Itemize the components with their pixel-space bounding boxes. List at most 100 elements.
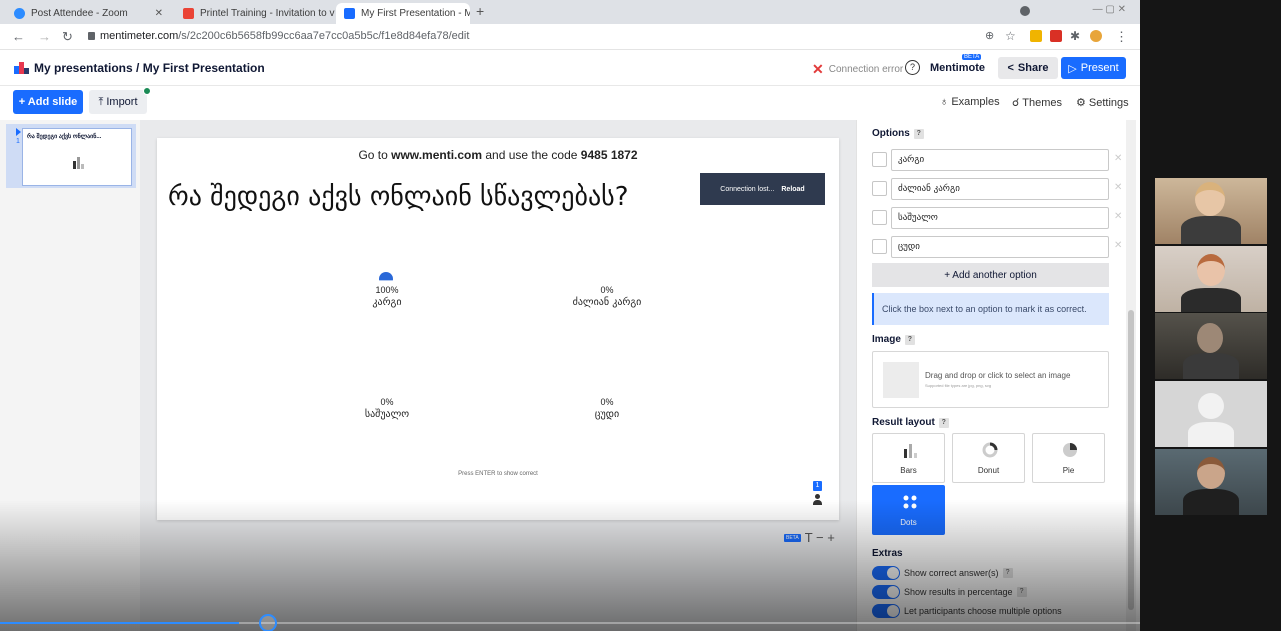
reload-button[interactable]: Reload	[781, 186, 804, 193]
help-icon[interactable]: ?	[913, 128, 924, 139]
remove-option-icon[interactable]: ✕	[1114, 182, 1122, 193]
slide-preview[interactable]: Go to www.menti.com and use the code 948…	[157, 138, 839, 520]
remove-option-icon[interactable]: ✕	[1114, 240, 1122, 251]
options-title: Options	[872, 128, 910, 139]
zoom-icon[interactable]: ⊕	[985, 29, 994, 42]
toggle-row: Show correct answer(s) ?	[872, 565, 1013, 581]
add-option-button[interactable]: + Add another option	[872, 263, 1109, 287]
press-enter-hint: Press ENTER to show correct	[458, 471, 538, 477]
bar-chart-icon	[904, 444, 917, 458]
beta-badge: BETA	[962, 54, 982, 60]
forward-icon[interactable]: →	[38, 29, 51, 44]
lock-icon	[88, 32, 95, 40]
option-input[interactable]: საშუალო	[891, 207, 1109, 229]
join-code: 9485 1872	[580, 148, 638, 162]
extension-icon[interactable]	[1030, 30, 1042, 42]
browser-tab-bar: Post Attendee - Zoom ✕ Printel Training …	[0, 0, 1140, 24]
palette-icon: ☌	[1012, 97, 1023, 109]
mentimeter-icon	[344, 8, 355, 19]
tab-gmail[interactable]: Printel Training - Invitation to vi... ✕	[175, 3, 335, 24]
help-icon[interactable]: ?	[938, 417, 949, 428]
pie-chart-icon	[1063, 443, 1077, 457]
scrollbar-thumb[interactable]	[1128, 310, 1134, 610]
tab-mentimeter[interactable]: My First Presentation - Mentime... ✕	[336, 3, 470, 24]
add-slide-button[interactable]: + Add slide	[13, 90, 83, 114]
import-button[interactable]: ⤒ Import	[89, 87, 151, 114]
dropzone-text: Drag and drop or click to select an imag…	[925, 371, 1071, 380]
menu-kebab-icon[interactable]: ⋮	[1115, 29, 1128, 45]
result-item: 0% საშუალო	[332, 397, 442, 420]
reload-icon[interactable]: ↻	[62, 29, 73, 45]
notification-dot	[143, 87, 151, 95]
present-button[interactable]: ▷ Present	[1061, 57, 1126, 79]
toggle-switch[interactable]	[872, 566, 900, 580]
mentimeter-logo-icon[interactable]	[14, 62, 30, 74]
breadcrumb[interactable]: My presentations / My First Presentation	[34, 61, 265, 75]
layout-donut[interactable]: Donut	[952, 433, 1025, 483]
mentimote-button[interactable]: Mentimote	[930, 62, 985, 74]
examples-button[interactable]: ♁ Examples	[940, 96, 1000, 108]
slide-thumbnail[interactable]: რა შედეგი აქვს ონლაინ...	[22, 128, 132, 186]
remove-option-icon[interactable]: ✕	[1114, 211, 1122, 222]
participant-video[interactable]	[1155, 178, 1267, 244]
font-size-controls[interactable]: BETA T − +	[784, 530, 835, 545]
star-icon[interactable]: ☆	[1005, 29, 1016, 43]
layout-pie[interactable]: Pie	[1032, 433, 1105, 483]
participant-video[interactable]	[1155, 449, 1267, 515]
screen: Post Attendee - Zoom ✕ Printel Training …	[0, 0, 1281, 631]
error-x-icon: ✕	[812, 61, 824, 77]
correct-checkbox[interactable]	[872, 152, 887, 167]
option-input[interactable]: ცუდი	[891, 236, 1109, 258]
participant-video-avatar[interactable]	[1155, 381, 1267, 447]
image-placeholder	[883, 362, 919, 398]
help-icon[interactable]: ?	[1002, 568, 1013, 578]
present-label: Present	[1080, 62, 1119, 74]
examples-label: Examples	[951, 96, 1000, 108]
close-icon[interactable]: ✕	[149, 8, 163, 19]
avatar[interactable]	[1090, 30, 1102, 42]
upload-icon: ⤒	[98, 95, 104, 108]
participant-video[interactable]	[1155, 246, 1267, 312]
slide-item[interactable]: 1 რა შედეგი აქვს ონლაინ...	[6, 124, 136, 188]
settings-button[interactable]: ⚙ Settings	[1076, 96, 1129, 109]
back-icon[interactable]: ←	[12, 29, 25, 44]
lightbulb-icon: ♁	[940, 96, 952, 108]
correct-checkbox[interactable]	[872, 239, 887, 254]
themes-button[interactable]: ☌ Themes	[1012, 96, 1062, 109]
help-icon[interactable]: ?	[904, 334, 915, 345]
toggle-switch[interactable]	[872, 604, 900, 618]
help-icon[interactable]: ?	[1016, 587, 1027, 597]
option-input[interactable]: ძალიან კარგი	[891, 178, 1109, 200]
question-title[interactable]: რა შედეგი აქვს ონლაინ სწავლებას?	[168, 182, 629, 212]
share-button[interactable]: < Share	[998, 57, 1058, 79]
address-bar: ← → ↻ mentimeter.com/s/2c200c6b5658fb99c…	[0, 24, 1140, 50]
font-controls-label[interactable]: T − +	[805, 530, 835, 545]
video-progress-knob[interactable]	[259, 614, 277, 631]
option-input[interactable]: კარგი	[891, 149, 1109, 171]
result-layout-label: Result layout	[872, 417, 935, 428]
help-icon[interactable]: ?	[905, 60, 920, 75]
remove-option-icon[interactable]: ✕	[1114, 153, 1122, 164]
correct-checkbox[interactable]	[872, 210, 887, 225]
profile-icon[interactable]	[1020, 6, 1030, 16]
correct-checkbox[interactable]	[872, 181, 887, 196]
extensions-puzzle-icon[interactable]: ✱	[1070, 29, 1080, 43]
play-indicator-icon	[16, 128, 21, 136]
toggle-row: Show results in percentage ?	[872, 584, 1027, 600]
url-field[interactable]: mentimeter.com/s/2c200c6b5658fb99cc6aa7e…	[100, 30, 469, 42]
window-controls[interactable]: — ▢ ✕	[1093, 4, 1126, 15]
toggle-switch[interactable]	[872, 585, 900, 599]
image-title: Image	[872, 334, 901, 345]
new-tab-button[interactable]: +	[476, 3, 484, 19]
toggle-label: Let participants choose multiple options	[904, 606, 1062, 616]
join-prefix: Go to	[358, 148, 392, 162]
participant-video[interactable]	[1155, 313, 1267, 379]
supported-types: Supported file types are jpg, png, svg	[925, 383, 992, 388]
import-label: Import	[106, 96, 138, 108]
option-row: ცუდი ✕	[872, 236, 1122, 258]
tab-zoom[interactable]: Post Attendee - Zoom ✕	[6, 3, 171, 24]
layout-dots[interactable]: Dots	[872, 485, 945, 535]
layout-bars[interactable]: Bars	[872, 433, 945, 483]
extension-icon[interactable]	[1050, 30, 1062, 42]
image-dropzone[interactable]: Drag and drop or click to select an imag…	[872, 351, 1109, 408]
